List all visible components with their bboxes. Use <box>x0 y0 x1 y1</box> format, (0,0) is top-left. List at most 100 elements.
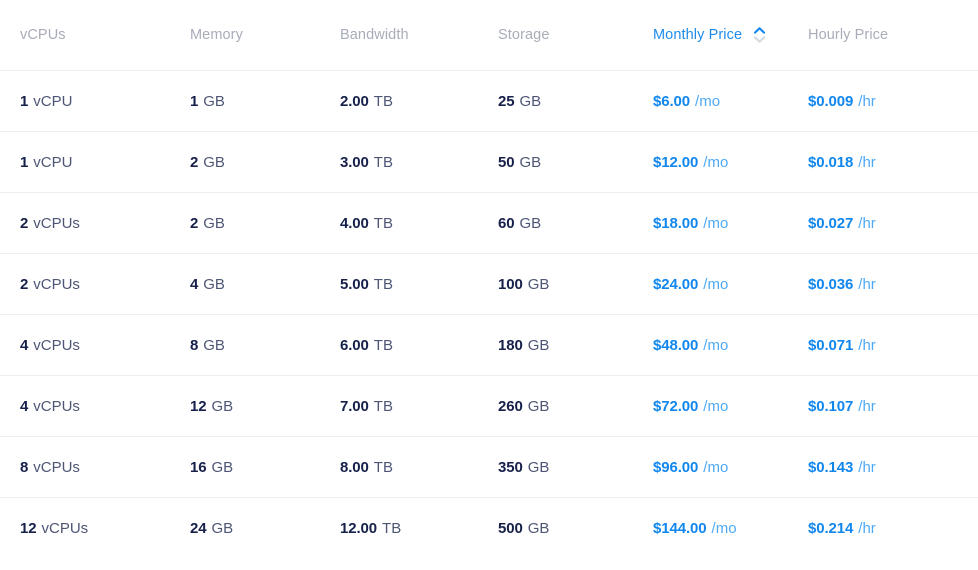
cell-vcpus: 1 vCPU <box>20 93 190 110</box>
monthly-price-value: $48.00 <box>653 337 698 354</box>
vcpus-unit: vCPU <box>33 93 72 110</box>
bandwidth-value: 5.00 <box>340 276 369 293</box>
sort-ascending-icon[interactable] <box>754 27 765 43</box>
table-row[interactable]: 4 vCPUs 12 GB 7.00 TB 260 GB $72.00 /mo … <box>0 376 978 437</box>
vcpus-value: 2 <box>20 276 28 293</box>
cell-hourly-price: $0.018 /hr <box>808 154 978 171</box>
cell-hourly-price: $0.027 /hr <box>808 215 978 232</box>
vcpus-unit: vCPUs <box>33 276 80 293</box>
cell-memory: 1 GB <box>190 93 340 110</box>
cell-hourly-price: $0.107 /hr <box>808 398 978 415</box>
bandwidth-value: 8.00 <box>340 459 369 476</box>
cell-vcpus: 2 vCPUs <box>20 215 190 232</box>
table-row[interactable]: 1 vCPU 2 GB 3.00 TB 50 GB $12.00 /mo $0.… <box>0 132 978 193</box>
hourly-price-unit: /hr <box>858 520 876 537</box>
cell-vcpus: 4 vCPUs <box>20 337 190 354</box>
vcpus-value: 4 <box>20 337 28 354</box>
column-header-bandwidth[interactable]: Bandwidth <box>340 27 498 43</box>
cell-storage: 60 GB <box>498 215 653 232</box>
cell-memory: 12 GB <box>190 398 340 415</box>
monthly-price-value: $6.00 <box>653 93 690 110</box>
cell-monthly-price: $72.00 /mo <box>653 398 808 415</box>
table-row[interactable]: 4 vCPUs 8 GB 6.00 TB 180 GB $48.00 /mo $… <box>0 315 978 376</box>
vcpus-value: 1 <box>20 154 28 171</box>
vcpus-value: 8 <box>20 459 28 476</box>
cell-monthly-price: $6.00 /mo <box>653 93 808 110</box>
cell-bandwidth: 3.00 TB <box>340 154 498 171</box>
hourly-price-value: $0.143 <box>808 459 853 476</box>
cell-monthly-price: $12.00 /mo <box>653 154 808 171</box>
bandwidth-unit: TB <box>374 93 393 110</box>
hourly-price-unit: /hr <box>858 398 876 415</box>
cell-monthly-price: $18.00 /mo <box>653 215 808 232</box>
monthly-price-value: $72.00 <box>653 398 698 415</box>
table-row[interactable]: 12 vCPUs 24 GB 12.00 TB 500 GB $144.00 /… <box>0 498 978 559</box>
memory-value: 16 <box>190 459 207 476</box>
memory-unit: GB <box>203 276 225 293</box>
bandwidth-unit: TB <box>374 459 393 476</box>
bandwidth-unit: TB <box>374 398 393 415</box>
memory-value: 1 <box>190 93 198 110</box>
bandwidth-unit: TB <box>374 215 393 232</box>
vcpus-unit: vCPUs <box>33 337 80 354</box>
cell-memory: 24 GB <box>190 520 340 537</box>
vcpus-unit: vCPUs <box>33 398 80 415</box>
monthly-price-unit: /mo <box>703 215 728 232</box>
bandwidth-value: 4.00 <box>340 215 369 232</box>
monthly-price-unit: /mo <box>703 459 728 476</box>
pricing-table: vCPUs Memory Bandwidth Storage Monthly P… <box>0 0 978 559</box>
table-row[interactable]: 8 vCPUs 16 GB 8.00 TB 350 GB $96.00 /mo … <box>0 437 978 498</box>
hourly-price-value: $0.107 <box>808 398 853 415</box>
memory-value: 8 <box>190 337 198 354</box>
monthly-price-unit: /mo <box>695 93 720 110</box>
cell-hourly-price: $0.036 /hr <box>808 276 978 293</box>
bandwidth-unit: TB <box>374 154 393 171</box>
hourly-price-value: $0.018 <box>808 154 853 171</box>
cell-bandwidth: 5.00 TB <box>340 276 498 293</box>
monthly-price-unit: /mo <box>703 276 728 293</box>
column-header-storage[interactable]: Storage <box>498 27 653 43</box>
cell-bandwidth: 12.00 TB <box>340 520 498 537</box>
storage-value: 350 <box>498 459 523 476</box>
memory-value: 24 <box>190 520 207 537</box>
cell-storage: 180 GB <box>498 337 653 354</box>
cell-bandwidth: 8.00 TB <box>340 459 498 476</box>
monthly-price-value: $24.00 <box>653 276 698 293</box>
cell-monthly-price: $144.00 /mo <box>653 520 808 537</box>
column-header-memory[interactable]: Memory <box>190 27 340 43</box>
cell-hourly-price: $0.009 /hr <box>808 93 978 110</box>
memory-unit: GB <box>203 93 225 110</box>
storage-value: 60 <box>498 215 515 232</box>
vcpus-unit: vCPU <box>33 154 72 171</box>
vcpus-unit: vCPUs <box>42 520 89 537</box>
cell-monthly-price: $96.00 /mo <box>653 459 808 476</box>
table-row[interactable]: 2 vCPUs 2 GB 4.00 TB 60 GB $18.00 /mo $0… <box>0 193 978 254</box>
storage-unit: GB <box>520 154 542 171</box>
column-header-vcpus[interactable]: vCPUs <box>20 27 190 43</box>
storage-unit: GB <box>520 215 542 232</box>
table-header-row: vCPUs Memory Bandwidth Storage Monthly P… <box>0 0 978 71</box>
monthly-price-value: $144.00 <box>653 520 707 537</box>
column-header-label: Storage <box>498 27 550 43</box>
column-header-monthly-price[interactable]: Monthly Price <box>653 27 808 43</box>
column-header-label: vCPUs <box>20 27 66 43</box>
cell-vcpus: 1 vCPU <box>20 154 190 171</box>
memory-unit: GB <box>212 398 234 415</box>
hourly-price-value: $0.071 <box>808 337 853 354</box>
hourly-price-unit: /hr <box>858 337 876 354</box>
monthly-price-value: $96.00 <box>653 459 698 476</box>
cell-hourly-price: $0.071 /hr <box>808 337 978 354</box>
storage-value: 260 <box>498 398 523 415</box>
cell-memory: 16 GB <box>190 459 340 476</box>
cell-monthly-price: $24.00 /mo <box>653 276 808 293</box>
hourly-price-value: $0.036 <box>808 276 853 293</box>
memory-value: 2 <box>190 215 198 232</box>
storage-value: 100 <box>498 276 523 293</box>
bandwidth-value: 2.00 <box>340 93 369 110</box>
cell-bandwidth: 6.00 TB <box>340 337 498 354</box>
table-row[interactable]: 1 vCPU 1 GB 2.00 TB 25 GB $6.00 /mo $0.0… <box>0 71 978 132</box>
table-row[interactable]: 2 vCPUs 4 GB 5.00 TB 100 GB $24.00 /mo $… <box>0 254 978 315</box>
column-header-label: Hourly Price <box>808 27 888 43</box>
column-header-hourly-price[interactable]: Hourly Price <box>808 27 978 43</box>
cell-storage: 500 GB <box>498 520 653 537</box>
